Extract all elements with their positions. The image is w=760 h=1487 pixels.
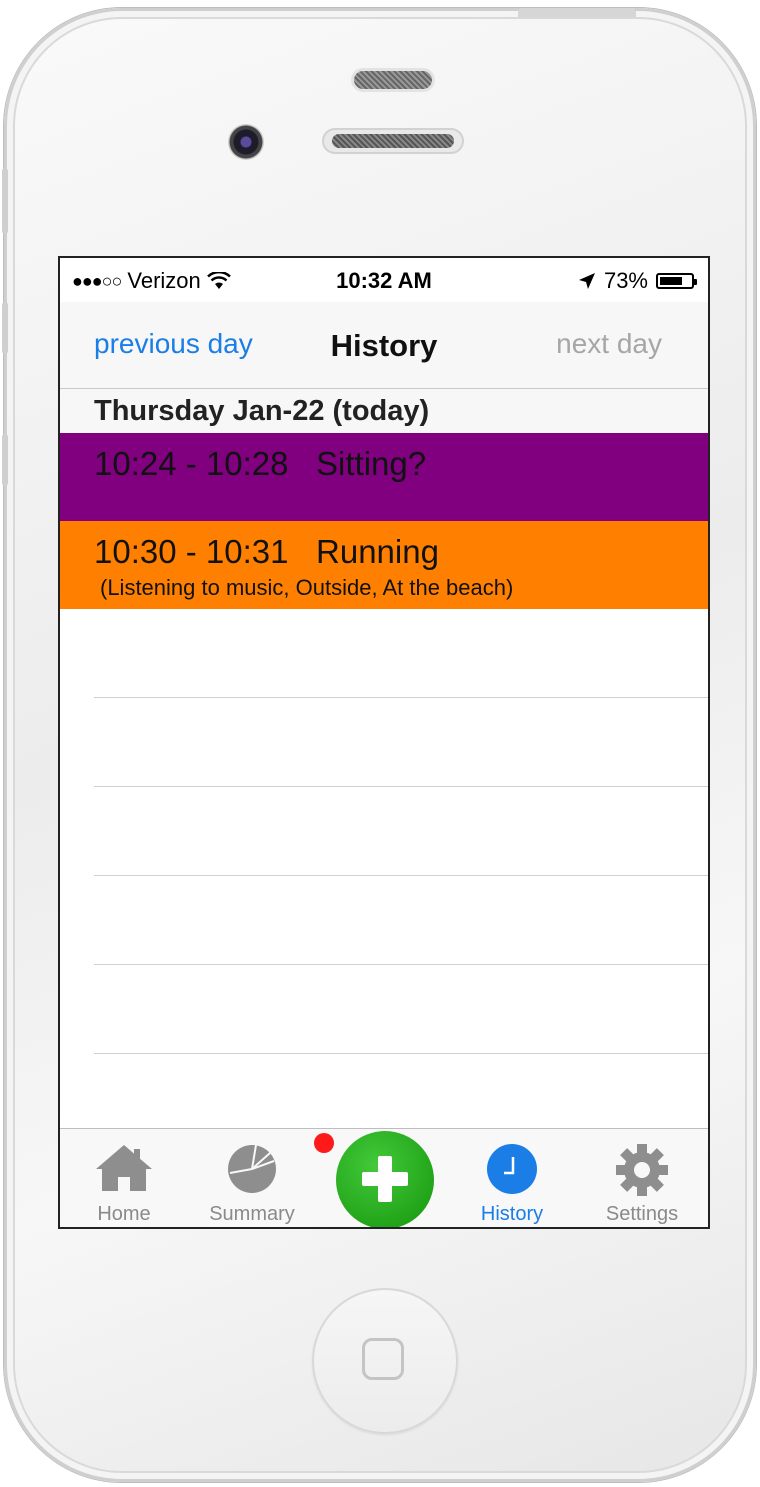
front-camera: [228, 124, 264, 160]
tab-bar: Home Summary History Settings: [60, 1128, 708, 1227]
tab-history-label: History: [480, 1203, 544, 1225]
entry-summary: 10:30 - 10:31 Running: [94, 533, 439, 571]
history-list: 10:24 - 10:28 Sitting? 10:30 - 10:31 Run…: [60, 433, 708, 1054]
date-label: Thursday Jan-22 (today): [94, 395, 430, 427]
clock-icon: [487, 1144, 537, 1194]
empty-row: [94, 876, 708, 965]
tab-settings[interactable]: Settings: [582, 1129, 702, 1227]
history-entry[interactable]: 10:24 - 10:28 Sitting?: [60, 433, 708, 521]
volume-down-button: [2, 434, 8, 486]
power-button: [518, 8, 636, 17]
home-icon: [96, 1145, 152, 1191]
add-activity-button[interactable]: [336, 1131, 434, 1227]
home-hardware-button[interactable]: [312, 1288, 458, 1434]
location-arrow-icon: [578, 273, 595, 289]
entry-time-range: 10:24 - 10:28: [94, 445, 289, 482]
entry-activity: Running: [316, 533, 439, 570]
empty-row: [94, 609, 708, 698]
volume-up-button: [2, 302, 8, 354]
pie-chart-icon: [228, 1144, 276, 1193]
tab-summary[interactable]: Summary: [192, 1129, 312, 1227]
tab-settings-label: Settings: [605, 1203, 679, 1225]
status-right-group: 73%: [578, 268, 697, 294]
battery-percent: 73%: [603, 268, 648, 293]
entry-details: (Listening to music, Outside, At the bea…: [100, 575, 514, 600]
empty-row: [94, 698, 708, 787]
mute-switch: [2, 168, 8, 234]
battery-icon: [656, 273, 697, 289]
status-bar: ●●●○○ Verizon 10:32 AM 73%: [60, 258, 708, 302]
empty-row: [94, 787, 708, 876]
earpiece-speaker: [322, 128, 464, 154]
tab-home-label: Home: [97, 1203, 151, 1225]
entry-time-range: 10:30 - 10:31: [94, 533, 289, 570]
tab-history[interactable]: History: [452, 1129, 572, 1227]
entry-activity: Sitting?: [316, 445, 427, 482]
tab-summary-label: Summary: [209, 1203, 295, 1225]
navigation-bar: previous day History next day: [60, 302, 708, 389]
app-screen: ●●●○○ Verizon 10:32 AM 73% previous day …: [58, 256, 710, 1229]
empty-row: [94, 965, 708, 1054]
date-section-header: Thursday Jan-22 (today): [60, 389, 708, 433]
next-day-button[interactable]: next day: [556, 328, 662, 360]
battery-fill: [660, 277, 682, 285]
tab-home[interactable]: Home: [64, 1129, 184, 1227]
proximity-sensor: [354, 71, 432, 89]
notification-badge: [314, 1133, 334, 1153]
gear-icon: [616, 1144, 668, 1196]
history-entry[interactable]: 10:30 - 10:31 Running (Listening to musi…: [60, 521, 708, 609]
entry-summary: 10:24 - 10:28 Sitting?: [94, 445, 426, 483]
previous-day-button[interactable]: previous day: [94, 328, 253, 360]
